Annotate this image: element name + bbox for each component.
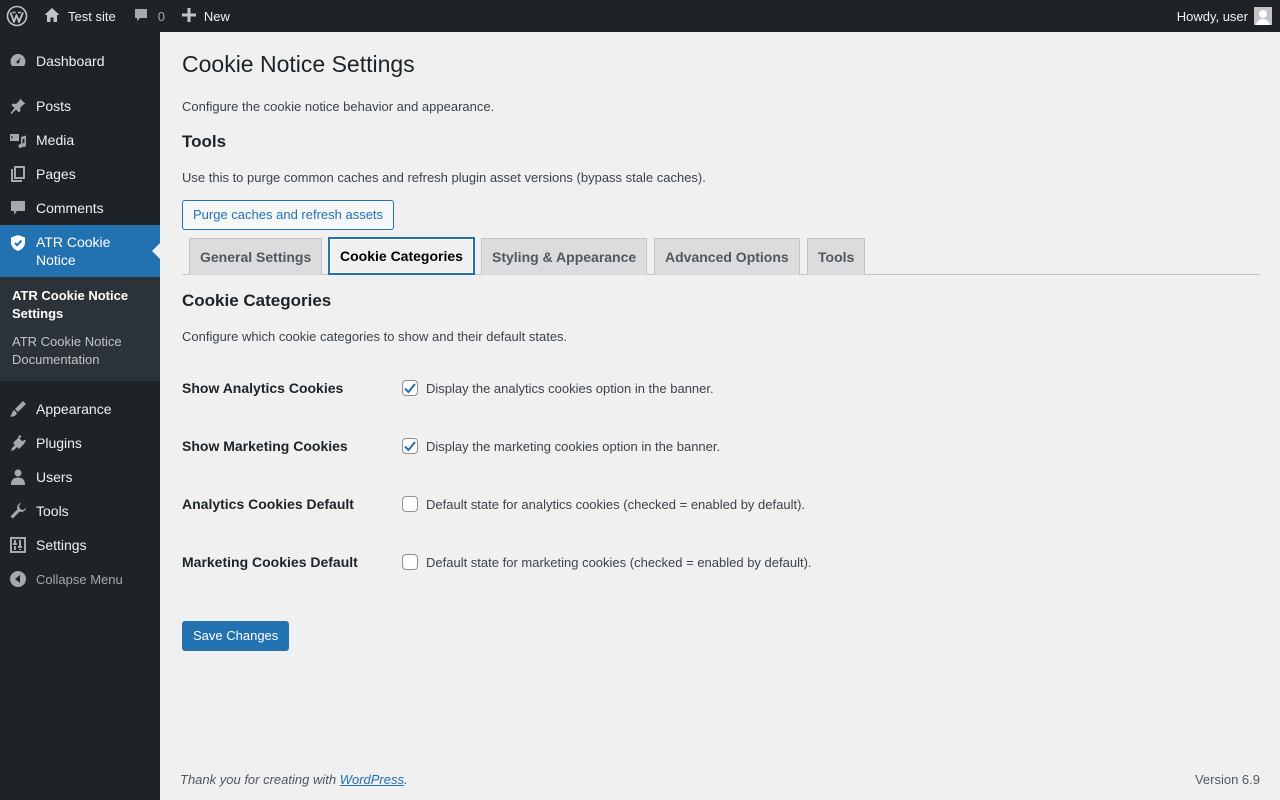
home-icon: [43, 6, 68, 27]
field-description: Default state for marketing cookies (che…: [426, 554, 812, 570]
field-row-show-marketing: Show Marketing Cookies Display the marke…: [182, 436, 1260, 456]
sidebar-label: Pages: [36, 166, 76, 182]
sidebar-label: Posts: [36, 98, 72, 114]
sidebar-item-users[interactable]: Users: [0, 465, 160, 489]
page-intro: Configure the cookie notice behavior and…: [182, 99, 495, 114]
comment-icon: [0, 199, 36, 217]
sidebar-label: Comments: [36, 200, 104, 216]
show-analytics-checkbox[interactable]: [402, 380, 418, 396]
sidebar-label: Plugins: [36, 435, 82, 451]
site-name: Test site: [68, 8, 116, 24]
collapse-label: Collapse Menu: [36, 571, 123, 587]
sidebar-submenu: ATR Cookie Notice Settings ATR Cookie No…: [0, 277, 160, 381]
submenu-item-documentation[interactable]: ATR Cookie Notice Documentation: [12, 333, 152, 369]
marketing-default-checkbox[interactable]: [402, 554, 418, 570]
tab-cookie-categories[interactable]: Cookie Categories: [328, 237, 475, 275]
sidebar-item-settings[interactable]: Settings: [0, 533, 160, 557]
comments-count: 0: [157, 8, 165, 24]
media-icon: [0, 131, 36, 149]
field-description: Display the marketing cookies option in …: [426, 438, 721, 454]
field-row-show-analytics: Show Analytics Cookies Display the analy…: [182, 378, 1260, 398]
submenu-item-settings[interactable]: ATR Cookie Notice Settings: [12, 287, 152, 323]
sidebar-item-dashboard[interactable]: Dashboard: [0, 49, 160, 73]
footer-thanks-suffix: .: [404, 772, 408, 787]
plus-icon: [181, 7, 204, 25]
sidebar-item-tools[interactable]: Tools: [0, 499, 160, 523]
wrench-icon: [0, 502, 36, 520]
version-text: Version 6.9: [1194, 772, 1260, 787]
tab-general-settings[interactable]: General Settings: [189, 238, 323, 275]
sidebar-item-appearance[interactable]: Appearance: [0, 397, 160, 421]
brush-icon: [0, 400, 36, 418]
field-label: Show Analytics Cookies: [182, 380, 344, 396]
wordpress-link[interactable]: WordPress: [340, 772, 404, 787]
section-heading: Cookie Categories: [182, 291, 332, 310]
sidebar-label: Media: [36, 132, 75, 148]
sidebar-item-posts[interactable]: Posts: [0, 94, 160, 118]
greeting: Howdy, user: [1176, 8, 1248, 24]
field-label: Show Marketing Cookies: [182, 438, 348, 454]
footer-thanks: Thank you for creating with WordPress.: [180, 772, 408, 787]
new-label: New: [203, 8, 230, 24]
sidebar-item-comments[interactable]: Comments: [0, 196, 160, 220]
comments-link[interactable]: 0: [124, 0, 174, 32]
wordpress-logo-icon[interactable]: [0, 0, 34, 32]
show-marketing-checkbox[interactable]: [402, 438, 418, 454]
shield-icon: [0, 234, 36, 252]
site-name-link[interactable]: Test site: [34, 0, 124, 32]
section-description: Configure which cookie categories to sho…: [182, 329, 568, 344]
pages-icon: [0, 165, 36, 183]
sidebar-item-atr-cookie-notice[interactable]: ATR Cookie Notice: [0, 225, 160, 277]
page-title: Cookie Notice Settings: [182, 51, 415, 77]
field-label: Analytics Cookies Default: [182, 496, 354, 512]
save-changes-button[interactable]: Save Changes: [182, 621, 290, 651]
tools-description: Use this to purge common caches and refr…: [182, 170, 706, 185]
sidebar-label: Dashboard: [36, 53, 105, 69]
sidebar-label: ATR Cookie Notice: [36, 234, 111, 268]
sidebar-label: Appearance: [36, 401, 112, 417]
settings-icon: [0, 536, 36, 554]
account-menu[interactable]: Howdy, user: [1177, 0, 1280, 32]
admin-bar: Test site 0 New Howdy, user: [0, 0, 1280, 32]
analytics-default-checkbox[interactable]: [402, 496, 418, 512]
tab-tools[interactable]: Tools: [807, 238, 866, 275]
purge-caches-button[interactable]: Purge caches and refresh assets: [182, 200, 395, 230]
sidebar-label: Tools: [36, 503, 69, 519]
pin-icon: [0, 97, 36, 115]
sidebar-item-media[interactable]: Media: [0, 128, 160, 152]
sidebar-item-plugins[interactable]: Plugins: [0, 431, 160, 455]
collapse-menu-button[interactable]: Collapse Menu: [0, 567, 160, 591]
user-icon: [0, 468, 36, 486]
tools-heading: Tools: [182, 132, 227, 151]
sidebar-item-pages[interactable]: Pages: [0, 162, 160, 186]
new-content-link[interactable]: New: [174, 0, 238, 32]
settings-tabs: General Settings Cookie Categories Styli…: [182, 237, 1260, 275]
footer-thanks-text: Thank you for creating with: [180, 772, 340, 787]
tab-advanced-options[interactable]: Advanced Options: [654, 238, 800, 275]
field-description: Default state for analytics cookies (che…: [426, 496, 806, 512]
tab-styling-appearance[interactable]: Styling & Appearance: [481, 238, 648, 275]
field-description: Display the analytics cookies option in …: [426, 380, 714, 396]
comment-icon: [133, 7, 158, 26]
admin-sidebar: Dashboard Posts Media Pages Comments ATR…: [0, 32, 160, 800]
avatar: [1254, 7, 1272, 25]
plug-icon: [0, 434, 36, 452]
dashboard-icon: [0, 52, 36, 70]
sidebar-label: Settings: [36, 537, 87, 553]
field-label: Marketing Cookies Default: [182, 554, 358, 570]
collapse-icon: [0, 570, 36, 588]
sidebar-label: Users: [36, 469, 73, 485]
field-row-analytics-default: Analytics Cookies Default Default state …: [182, 494, 1260, 514]
field-row-marketing-default: Marketing Cookies Default Default state …: [182, 552, 1260, 572]
